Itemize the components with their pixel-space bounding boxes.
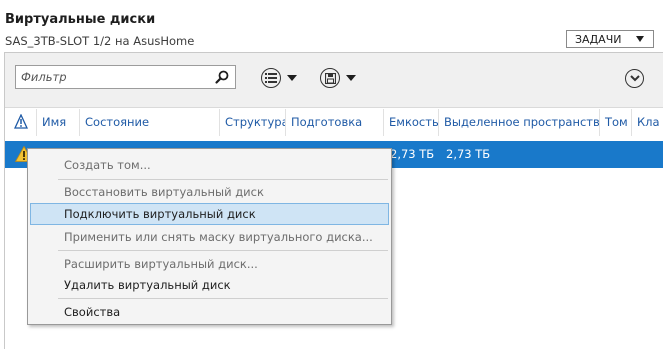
menu-separator <box>58 179 388 180</box>
chevron-down-icon <box>346 75 356 81</box>
list-options-button[interactable] <box>261 67 297 89</box>
context-menu: Создать том... Восстановить виртуальный … <box>27 148 392 325</box>
column-header-state[interactable]: Состояние <box>79 109 219 136</box>
filter-box[interactable] <box>15 65 236 89</box>
menu-item-properties[interactable]: Свойства <box>30 301 389 323</box>
capacity-cell: 2,73 ТБ <box>390 147 435 161</box>
chevron-down-icon <box>287 75 297 81</box>
tasks-dropdown-button[interactable]: ЗАДАЧИ <box>566 30 654 48</box>
table-header: Имя Состояние Структура Подготовка Емкос… <box>5 109 663 136</box>
page-title: Виртуальные диски <box>5 12 156 27</box>
save-query-button[interactable] <box>320 67 356 89</box>
server-subtitle: SAS_3TB-SLOT 1/2 на AsusHome <box>5 34 195 48</box>
menu-separator <box>58 250 388 251</box>
column-header-layout[interactable]: Структура <box>219 109 285 136</box>
expand-icon[interactable] <box>625 69 644 88</box>
menu-item-create-volume[interactable]: Создать том... <box>30 154 389 176</box>
list-options-icon <box>261 68 281 88</box>
menu-separator <box>58 298 388 299</box>
menu-item-repair-disk[interactable]: Восстановить виртуальный диск <box>30 181 389 203</box>
column-header-capacity[interactable]: Емкость <box>383 109 438 136</box>
menu-item-delete-disk[interactable]: Удалить виртуальный диск <box>30 274 389 296</box>
filter-input[interactable] <box>21 68 206 86</box>
column-header-status[interactable] <box>5 109 36 136</box>
search-icon[interactable] <box>214 69 230 85</box>
column-header-provisioning[interactable]: Подготовка <box>285 109 383 136</box>
column-header-class[interactable]: Кла <box>631 109 663 136</box>
tasks-label: ЗАДАЧИ <box>575 32 622 46</box>
toolbar <box>5 53 663 108</box>
allocated-cell: 2,73 ТБ <box>446 147 491 161</box>
warning-outline-icon <box>13 113 29 129</box>
column-header-allocated[interactable]: Выделенное пространство <box>438 109 599 136</box>
menu-item-extend-disk[interactable]: Расширить виртуальный диск... <box>30 253 389 275</box>
menu-item-mask-disk[interactable]: Применить или снять маску виртуального д… <box>30 226 389 248</box>
save-query-icon <box>320 68 340 88</box>
menu-item-attach-disk[interactable]: Подключить виртуальный диск <box>30 203 389 225</box>
column-header-name[interactable]: Имя <box>36 109 79 136</box>
column-header-volume[interactable]: Том <box>599 109 631 136</box>
chevron-down-icon <box>636 36 644 42</box>
